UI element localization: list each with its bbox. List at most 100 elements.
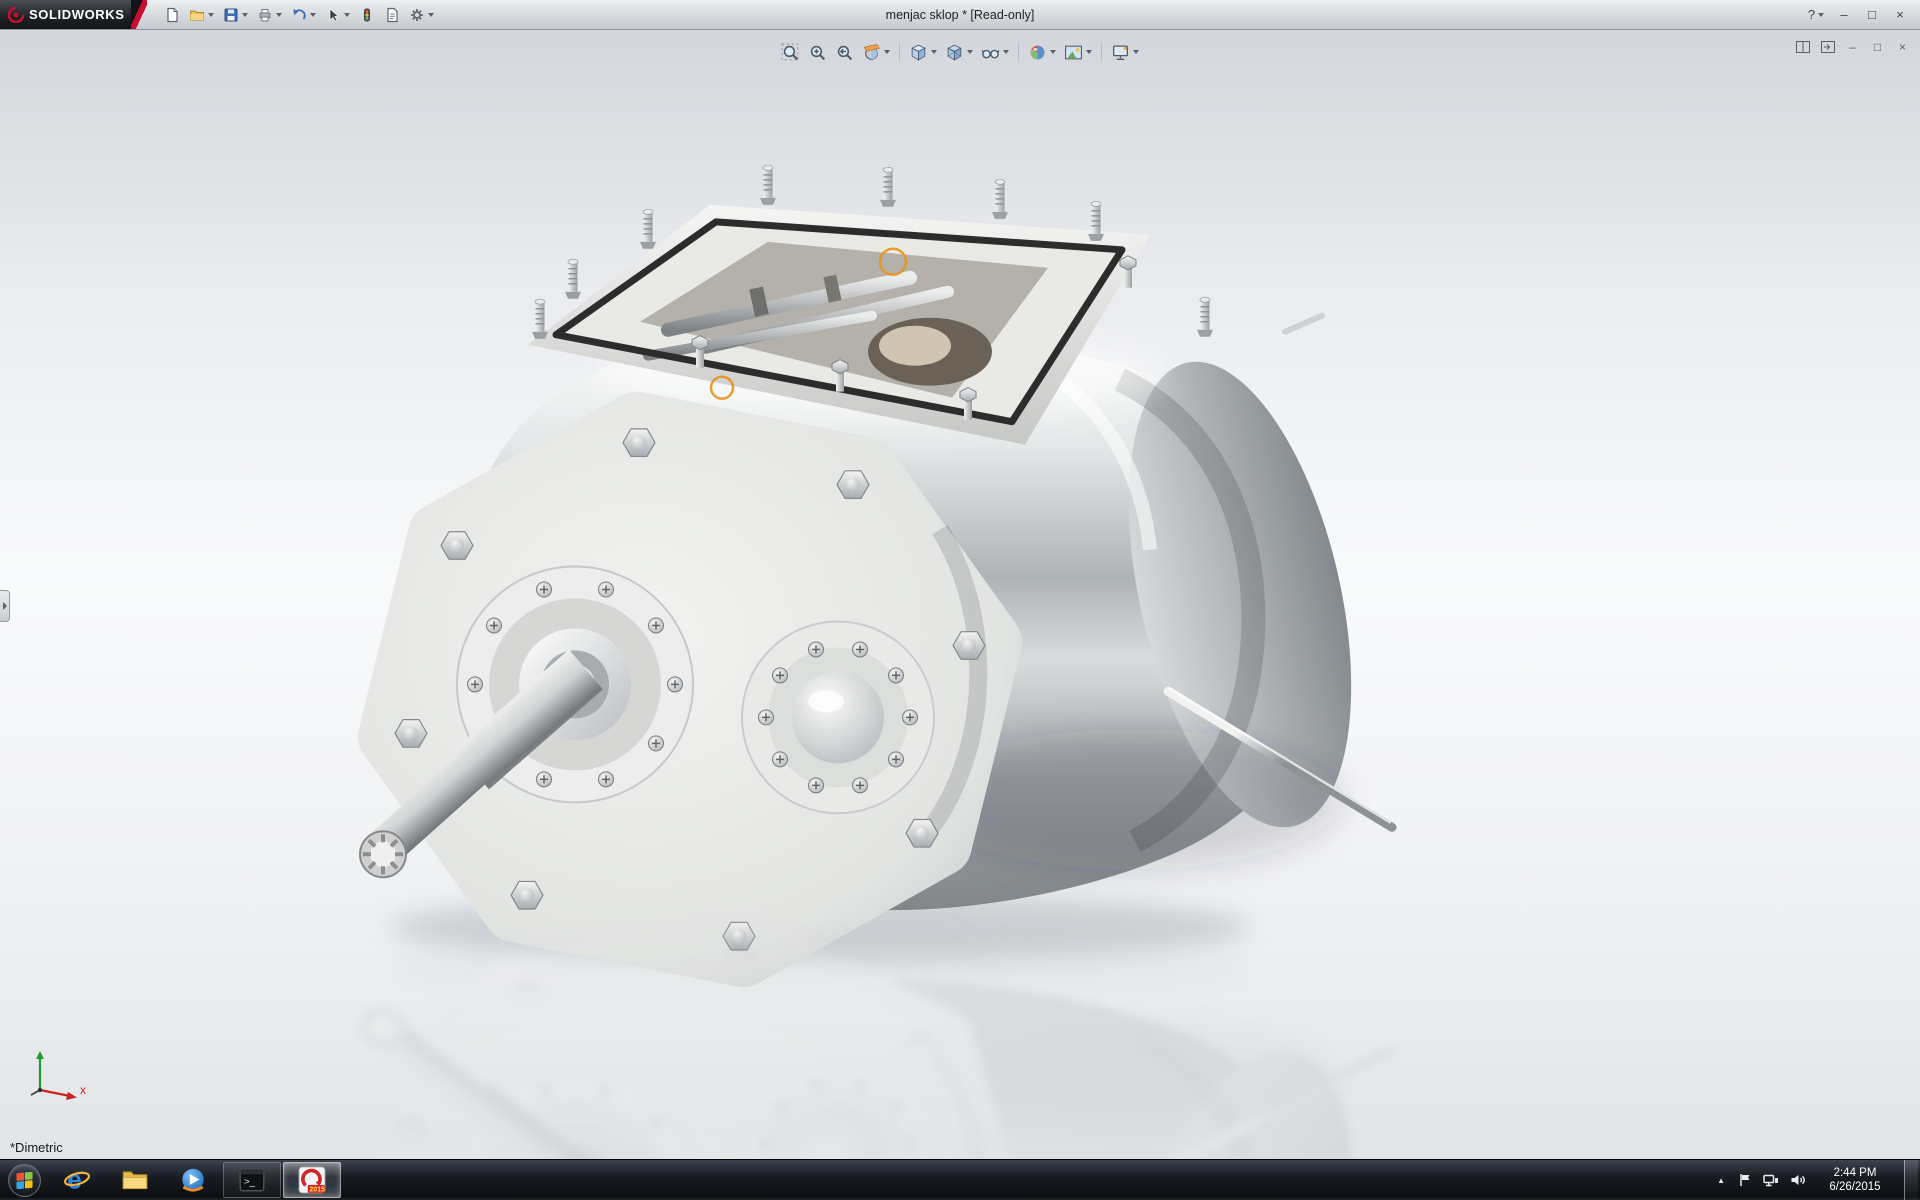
new-document-icon [164,7,180,23]
taskbar-item-internet-explorer[interactable]: e [49,1162,105,1198]
svg-text:e: e [67,1167,81,1195]
brand-text: SOLIDWORKS [29,7,125,22]
previous-view-button[interactable] [832,40,857,64]
maximize-icon: □ [1868,7,1876,22]
help-icon: ? [1808,7,1815,22]
taskbar-item-command-prompt[interactable]: >_ [223,1162,281,1198]
ds-swirl-icon [8,7,24,23]
fullscreen-button[interactable] [1818,38,1837,55]
minimize-document-button[interactable]: – [1843,38,1862,55]
chevron-right-icon [3,602,7,610]
gearbox-model[interactable] [0,30,1920,1160]
chevron-down-icon [310,13,316,17]
restore-icon: □ [1874,40,1881,54]
quick-access-toolbar [161,4,437,26]
close-icon: × [1896,7,1904,22]
chevron-down-icon [967,50,973,54]
triad-x-label: x [80,1083,86,1097]
close-document-button[interactable]: × [1893,38,1912,55]
print-icon [257,7,273,23]
folder-icon [120,1165,150,1195]
window-controls: ? – □ × [1804,5,1920,25]
model-reflection [360,937,1392,1160]
open-folder-icon [189,7,205,23]
show-hidden-icons-button[interactable]: ▲ [1714,1176,1728,1185]
zoom-to-area-button[interactable] [805,40,830,64]
toolbar-separator [1018,43,1019,61]
clock-date: 6/26/2015 [1815,1180,1895,1194]
rebuild-traffic-light-icon [359,7,375,23]
solidworks-icon: 2015 [297,1165,327,1195]
display-style-icon [945,43,964,62]
chevron-down-icon [276,13,282,17]
zoom-to-area-icon [808,43,827,62]
clock-time: 2:44 PM [1815,1166,1895,1180]
glasses-icon [981,43,1000,62]
close-button[interactable]: × [1888,5,1912,25]
view-settings-monitor-icon [1111,43,1130,62]
minimize-icon: – [1849,40,1856,54]
rebuild-button[interactable] [356,4,378,26]
close-icon: × [1899,40,1906,54]
document-window-controls: – □ × [1793,38,1912,55]
select-button[interactable] [322,4,353,26]
taskbar: e >_ 2015 [0,1159,1920,1200]
chevron-down-icon [428,13,434,17]
view-settings-button[interactable] [1108,40,1142,64]
taskbar-clock[interactable]: 2:44 PM 6/26/2015 [1815,1166,1895,1194]
view-orientation-button[interactable] [906,40,940,64]
solidworks-window: { "colors": { "brand_red": "#c8102e", "h… [0,0,1920,1200]
hide-show-items-button[interactable] [978,40,1012,64]
housing-stud[interactable] [1197,297,1213,336]
view-orientation-label: *Dimetric [10,1140,63,1155]
file-properties-button[interactable] [381,4,403,26]
taskbar-item-media-player[interactable] [165,1162,221,1198]
minimize-button[interactable]: – [1832,5,1856,25]
maximize-button[interactable]: □ [1860,5,1884,25]
section-view-button[interactable] [859,40,893,64]
zoom-to-fit-button[interactable] [778,40,803,64]
chevron-down-icon [1133,50,1139,54]
toolbar-separator [1101,43,1102,61]
pane-display-button[interactable] [1793,38,1812,55]
open-button[interactable] [186,4,217,26]
previous-view-icon [835,43,854,62]
restore-document-button[interactable]: □ [1868,38,1887,55]
chevron-down-icon [1050,50,1056,54]
chevron-down-icon [884,50,890,54]
display-style-button[interactable] [942,40,976,64]
reference-pane-handle[interactable] [0,590,10,622]
new-document-button[interactable] [161,4,183,26]
undo-icon [291,7,307,23]
start-button[interactable] [0,1160,48,1200]
select-cursor-icon [325,7,341,23]
undo-button[interactable] [288,4,319,26]
taskbar-item-windows-explorer[interactable] [107,1162,163,1198]
fullscreen-icon [1821,41,1835,53]
chevron-down-icon [1818,13,1824,17]
appearance-ball-icon [1028,43,1047,62]
secondary-bearing-assembly[interactable] [742,621,934,813]
minimize-icon: – [1840,7,1847,22]
graphics-area[interactable]: – □ × x *Dimetric [0,30,1920,1160]
edit-appearance-button[interactable] [1025,40,1059,64]
taskbar-item-solidworks-2015[interactable]: 2015 [283,1162,341,1198]
logo-accent [131,0,147,29]
solidworks-menu-logo[interactable]: SOLIDWORKS [0,0,131,29]
help-button[interactable]: ? [1804,5,1828,25]
volume-icon[interactable] [1789,1172,1806,1188]
zoom-to-fit-icon [781,43,800,62]
orientation-triad: x [26,1044,90,1102]
system-tray: ▲ 2:44 PM 6/26/2015 [1714,1160,1920,1200]
show-desktop-button[interactable] [1904,1160,1918,1200]
save-button[interactable] [220,4,251,26]
svg-text:2015: 2015 [309,1186,325,1193]
options-button[interactable] [406,4,437,26]
pane-display-icon [1796,41,1810,53]
apply-scene-button[interactable] [1061,40,1095,64]
print-button[interactable] [254,4,285,26]
network-icon[interactable] [1762,1172,1780,1188]
section-view-icon [862,43,881,62]
action-center-flag-icon[interactable] [1737,1172,1753,1188]
chevron-down-icon [1086,50,1092,54]
